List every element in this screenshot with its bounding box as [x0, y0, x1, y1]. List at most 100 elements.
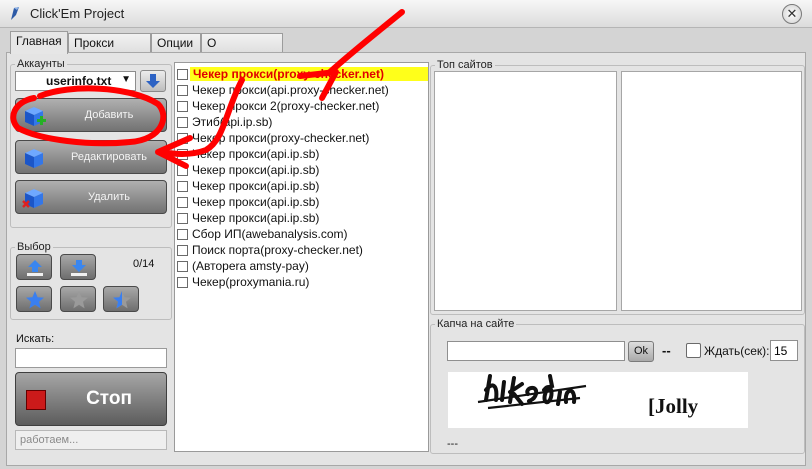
select-invert-button[interactable]: [103, 286, 139, 312]
select-all-button[interactable]: [16, 286, 52, 312]
list-item-label: Чекер прокси(api.ip.sb): [192, 163, 320, 177]
status-bar: работаем...: [15, 430, 167, 450]
search-input[interactable]: [15, 348, 167, 368]
list-item[interactable]: Чекер прокси(proxy-checker.net): [177, 130, 427, 146]
top-sites-group-title: Топ сайтов: [437, 59, 493, 71]
download-arrow-icon: [146, 74, 160, 88]
cube-edit-icon: [25, 149, 43, 168]
stop-button[interactable]: Стоп: [15, 372, 167, 426]
list-item-label: Сбор ИП(awebanalysis.com): [192, 227, 348, 241]
accounts-file-value: userinfo.txt: [46, 74, 112, 88]
list-item[interactable]: Чекер прокси 2(proxy-checker.net): [177, 98, 427, 114]
stop-button-label: Стоп: [86, 388, 132, 409]
captcha-group-title: Капча на сайте: [437, 318, 515, 330]
title-bar: Click'Em Project ✕: [0, 0, 812, 28]
star-half-icon: [113, 291, 131, 309]
captcha-status: --: [662, 343, 671, 358]
captcha-ok-button[interactable]: Ok: [628, 341, 654, 362]
list-item-label: Чекер прокси(api.ip.sb): [192, 195, 320, 209]
edit-account-label: Редактировать: [71, 151, 147, 163]
wait-label: Ждать(сек):: [704, 344, 770, 358]
search-label: Искать:: [16, 333, 55, 345]
cube-delete-icon: [22, 189, 43, 208]
list-item[interactable]: Чекер прокси(proxy-checker.net): [177, 66, 428, 82]
cube-add-icon: [25, 107, 46, 126]
list-item-checkbox[interactable]: [177, 69, 188, 80]
select-up-button[interactable]: [16, 254, 52, 280]
captcha-scribble: [477, 374, 587, 410]
tab-proxy-checker[interactable]: Прокси чекер: [68, 33, 151, 68]
list-item-label: Чекер прокси(api.ip.sb): [192, 211, 320, 225]
list-item-checkbox[interactable]: [177, 133, 188, 144]
list-item-checkbox[interactable]: [177, 277, 188, 288]
list-item-checkbox[interactable]: [177, 149, 188, 160]
list-item-label: Чекер прокси(api.ip.sb): [192, 147, 320, 161]
list-item[interactable]: Чекер прокси(api.proxy-checker.net): [177, 82, 427, 98]
captcha-image: [448, 372, 748, 428]
app-logo-icon: [11, 7, 19, 20]
delete-account-button[interactable]: Удалить: [15, 180, 167, 214]
tab-options[interactable]: Опции: [151, 33, 201, 53]
captcha-input[interactable]: [447, 341, 625, 361]
list-item-label: Этиб(api.ip.sb): [192, 115, 273, 129]
selection-count: 0/14: [133, 258, 155, 270]
list-item-checkbox[interactable]: [177, 101, 188, 112]
list-item-checkbox[interactable]: [177, 261, 188, 272]
add-account-label: Добавить: [84, 109, 134, 121]
list-item-checkbox[interactable]: [177, 85, 188, 96]
star-blue-icon: [26, 291, 44, 309]
status-text: работаем...: [20, 434, 79, 446]
checker-list[interactable]: Чекер прокси(proxy-checker.net) Чекер пр…: [174, 62, 429, 452]
tab-main[interactable]: Главная: [10, 31, 68, 54]
list-item-checkbox[interactable]: [177, 245, 188, 256]
download-arrow-icon: [71, 260, 87, 276]
add-account-button[interactable]: Добавить: [15, 98, 167, 132]
list-item[interactable]: Чекер прокси(api.ip.sb): [177, 146, 427, 162]
tab-about[interactable]: О программе: [201, 33, 283, 68]
window-title: Click'Em Project: [30, 6, 125, 21]
captcha-word: [Jolly: [648, 394, 699, 418]
list-item[interactable]: Чекер(proxymania.ru): [177, 274, 427, 290]
list-item-label: Чекер прокси(api.proxy-checker.net): [192, 83, 389, 97]
select-down-button[interactable]: [60, 254, 96, 280]
list-item[interactable]: Поиск порта(proxy-checker.net): [177, 242, 427, 258]
upload-arrow-icon: [27, 260, 43, 276]
list-item[interactable]: Чекер прокси(api.ip.sb): [177, 210, 427, 226]
chevron-down-icon: ▼: [121, 74, 131, 85]
select-none-button[interactable]: [60, 286, 96, 312]
list-item[interactable]: Сбор ИП(awebanalysis.com): [177, 226, 427, 242]
list-item[interactable]: Этиб(api.ip.sb): [177, 114, 427, 130]
stop-icon: [26, 390, 46, 410]
list-item-label: Чекер(proxymania.ru): [192, 275, 310, 289]
list-item-checkbox[interactable]: [177, 197, 188, 208]
list-item-label: Чекер прокси(proxy-checker.net): [192, 131, 370, 145]
list-item-checkbox[interactable]: [177, 229, 188, 240]
accounts-file-select[interactable]: userinfo.txt ▼: [15, 71, 136, 91]
list-item[interactable]: (Автореrа amsty-pay): [177, 258, 427, 274]
top-sites-list-left[interactable]: [434, 71, 617, 311]
close-button[interactable]: ✕: [782, 4, 802, 24]
list-item[interactable]: Чекер прокси(api.ip.sb): [177, 162, 427, 178]
edit-account-button[interactable]: Редактировать: [15, 140, 167, 174]
star-gray-icon: [70, 291, 88, 309]
list-item-label: Чекер прокси 2(proxy-checker.net): [192, 99, 380, 113]
list-item[interactable]: Чекер прокси(api.ip.sb): [177, 178, 427, 194]
list-item-label: Чекер прокси(api.ip.sb): [192, 179, 320, 193]
close-icon: ✕: [786, 6, 798, 21]
accounts-group-title: Аккаунты: [17, 58, 65, 70]
list-item-checkbox[interactable]: [177, 165, 188, 176]
wait-checkbox[interactable]: [686, 343, 701, 358]
list-item-label: Чекер прокси(proxy-checker.net): [190, 67, 428, 81]
captcha-footer: ---: [447, 438, 458, 450]
list-item-label: (Автореrа amsty-pay): [192, 259, 309, 273]
list-item-checkbox[interactable]: [177, 181, 188, 192]
wait-seconds-input[interactable]: [770, 340, 798, 361]
list-item-label: Поиск порта(proxy-checker.net): [192, 243, 363, 257]
list-item[interactable]: Чекер прокси(api.ip.sb): [177, 194, 427, 210]
top-sites-list-right[interactable]: [621, 71, 802, 311]
delete-account-label: Удалить: [88, 191, 130, 203]
load-accounts-button[interactable]: [140, 70, 166, 92]
list-item-checkbox[interactable]: [177, 117, 188, 128]
selection-group-title: Выбор: [17, 241, 51, 253]
list-item-checkbox[interactable]: [177, 213, 188, 224]
